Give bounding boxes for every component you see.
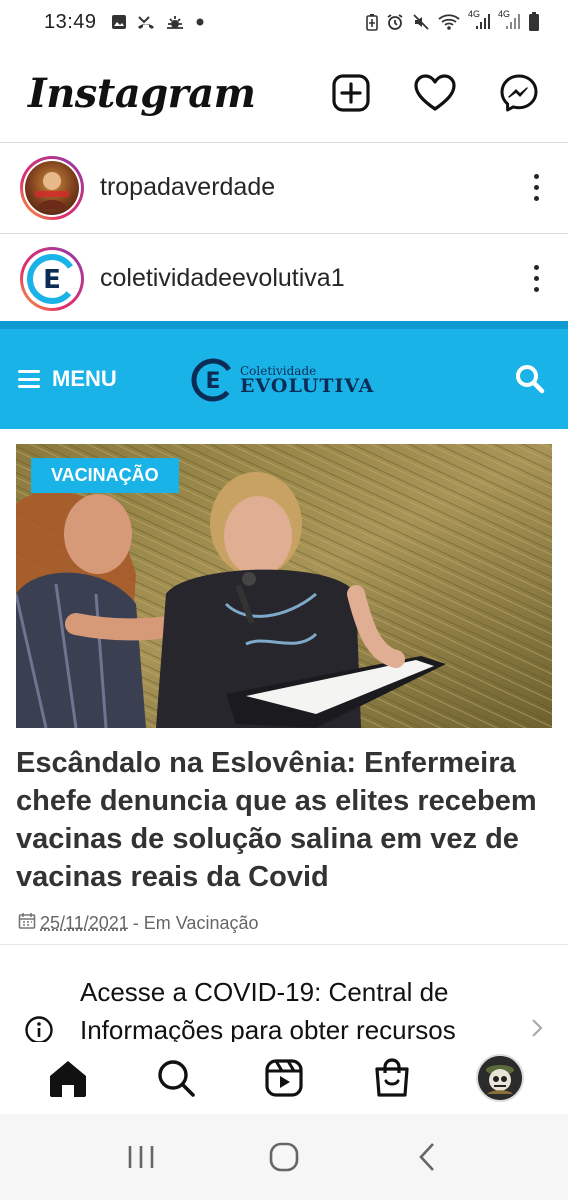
reels-icon[interactable] [259, 1053, 309, 1103]
image-icon [111, 14, 127, 30]
status-bar: 13:49 4G 4G [0, 0, 568, 44]
account-row[interactable]: E coletividadeevolutiva1 [0, 233, 568, 323]
net-label: 4G [498, 9, 511, 19]
article-category-meta[interactable]: - Em Vacinação [133, 913, 259, 934]
article-image[interactable]: VACINAÇÃO [16, 444, 552, 728]
instagram-logo[interactable]: Instagram [28, 70, 256, 117]
avatar [476, 1054, 524, 1102]
recent-apps-icon[interactable] [121, 1137, 161, 1177]
avatar[interactable]: E [20, 246, 84, 311]
site-logo[interactable]: E Coletividade EVOLUTIVA [190, 357, 374, 403]
covid-info-card[interactable]: Acesse a COVID-19: Central de Informaçõe… [0, 944, 568, 1042]
home-button-icon[interactable] [264, 1137, 304, 1177]
back-icon[interactable] [407, 1137, 447, 1177]
battery-icon [528, 12, 540, 32]
profile-avatar[interactable] [475, 1053, 525, 1103]
site-logo-big-text: EVOLUTIVA [240, 374, 375, 397]
avatar-letter: E [43, 265, 61, 295]
menu-button[interactable]: MENU [18, 366, 117, 392]
avatar-image [25, 160, 79, 215]
category-badge[interactable]: VACINAÇÃO [31, 458, 179, 493]
search-icon[interactable] [151, 1053, 201, 1103]
alarm-icon [386, 13, 404, 31]
info-icon [24, 1015, 54, 1042]
weather-icon [165, 14, 185, 30]
header-actions [330, 72, 540, 114]
account-username[interactable]: tropadaverdade [100, 173, 275, 202]
missed-call-icon [137, 14, 155, 30]
bottom-navigation [0, 1042, 568, 1114]
calendar-icon [18, 912, 36, 935]
chevron-right-icon [530, 1017, 544, 1042]
covid-info-text[interactable]: Acesse a COVID-19: Central de Informaçõe… [80, 973, 500, 1042]
status-time: 13:49 [44, 10, 97, 33]
hamburger-icon [18, 370, 40, 388]
account-username[interactable]: coletividadeevolutiva1 [100, 264, 345, 293]
system-navigation-bar [0, 1114, 568, 1200]
account-row[interactable]: tropadaverdade [0, 142, 568, 232]
avatar-image: E [25, 251, 79, 306]
dot-icon [195, 17, 205, 27]
site-header: MENU E Coletividade EVOLUTIVA [0, 321, 568, 429]
shop-icon[interactable] [367, 1053, 417, 1103]
logo-letter: E [205, 369, 220, 394]
messenger-icon[interactable] [498, 72, 540, 114]
status-left: 13:49 [44, 11, 205, 34]
article-meta: 25/11/2021 - Em Vacinação [18, 912, 258, 935]
site-logo-emblem: E [191, 358, 235, 402]
article-date[interactable]: 25/11/2021 [40, 913, 129, 934]
menu-label: MENU [52, 366, 117, 391]
signal-4g-icon: 4G [498, 9, 520, 31]
battery-saver-icon [366, 13, 378, 31]
search-icon[interactable] [514, 363, 546, 400]
heart-icon[interactable] [414, 72, 456, 114]
status-right: 4G 4G [366, 9, 540, 32]
add-post-icon[interactable] [330, 72, 372, 114]
wifi-icon [438, 13, 460, 31]
net-label: 4G [468, 9, 481, 19]
home-icon[interactable] [43, 1053, 93, 1103]
more-options-icon[interactable] [526, 168, 546, 208]
signal-4g-icon: 4G [468, 9, 490, 31]
instagram-header: Instagram [0, 44, 568, 142]
avatar[interactable] [20, 155, 84, 220]
mute-icon [412, 13, 430, 31]
article-headline[interactable]: Escândalo na Eslovênia: Enfermeira chefe… [16, 744, 546, 896]
more-options-icon[interactable] [526, 259, 546, 299]
